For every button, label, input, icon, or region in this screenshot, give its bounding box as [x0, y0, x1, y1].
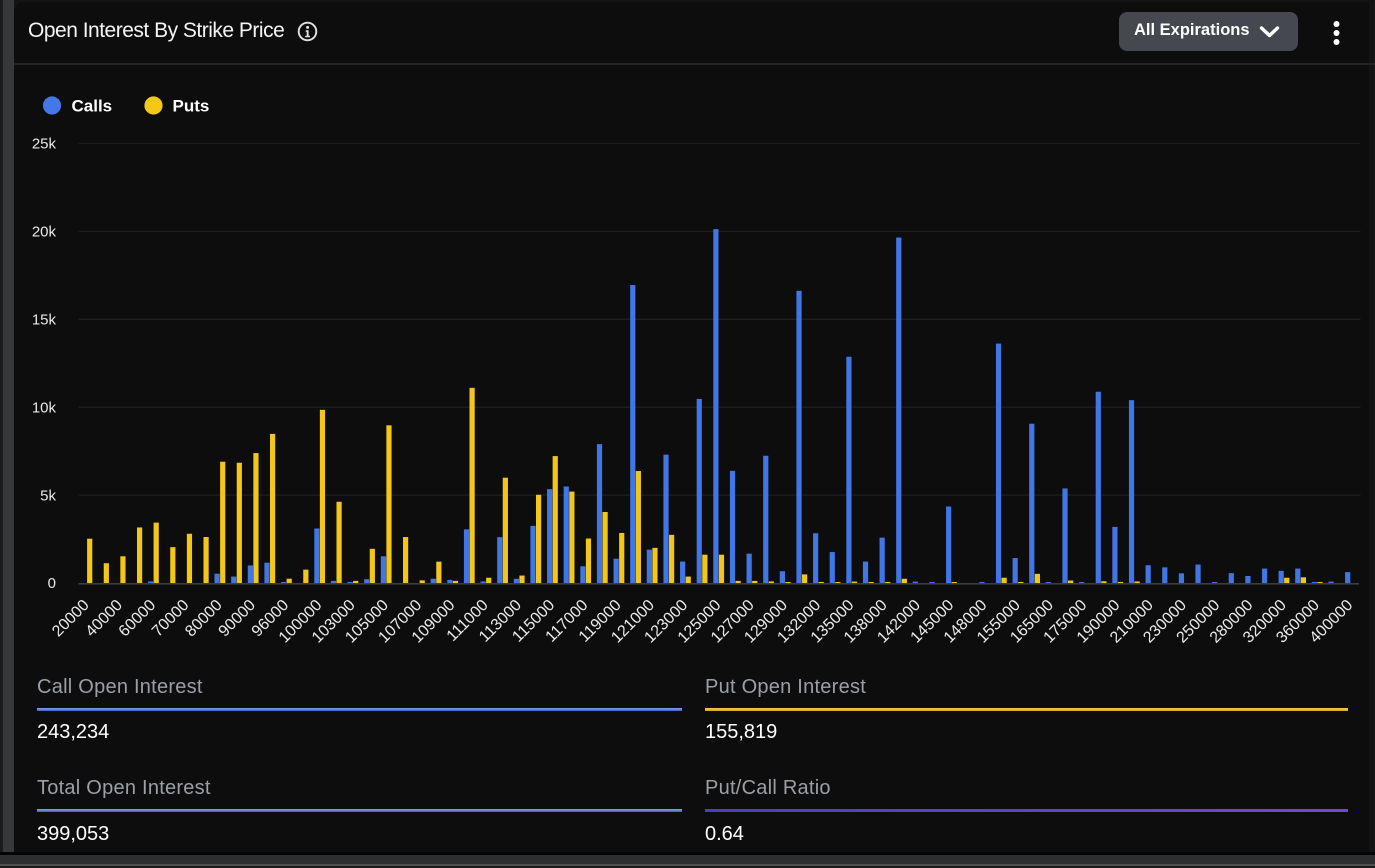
svg-text:20k: 20k [32, 224, 57, 241]
svg-text:25k: 25k [32, 136, 57, 153]
svg-text:40000: 40000 [83, 597, 127, 641]
svg-text:20000: 20000 [49, 597, 93, 641]
svg-text:5k: 5k [40, 487, 56, 504]
svg-text:90000: 90000 [216, 597, 260, 641]
svg-text:60000: 60000 [116, 597, 160, 641]
svg-text:80000: 80000 [182, 597, 226, 641]
svg-text:70000: 70000 [149, 597, 193, 641]
svg-text:10k: 10k [32, 399, 57, 416]
svg-text:0: 0 [48, 575, 56, 592]
svg-text:Puts: Puts [173, 97, 210, 116]
svg-text:15k: 15k [32, 312, 57, 329]
svg-text:Calls: Calls [72, 97, 113, 116]
